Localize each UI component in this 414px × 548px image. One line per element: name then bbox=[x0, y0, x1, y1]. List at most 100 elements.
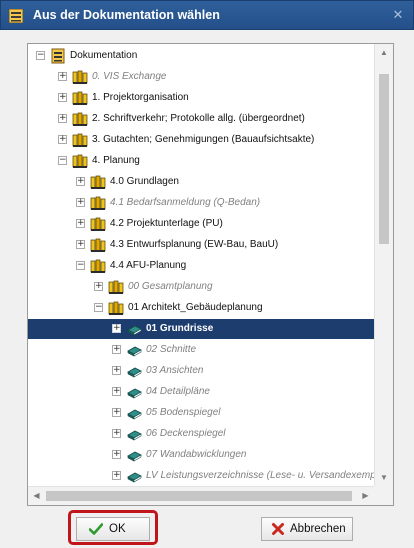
book-icon bbox=[126, 363, 142, 379]
collapse-icon[interactable]: − bbox=[36, 51, 45, 60]
dialog-title: Aus der Dokumentation wählen bbox=[33, 8, 220, 22]
tree-item-label: 4. Planung bbox=[92, 155, 140, 166]
tree-item[interactable]: +1. Projektorganisation bbox=[28, 88, 374, 108]
vertical-scrollbar[interactable]: ▲ ▼ bbox=[374, 44, 393, 486]
tree-item-label: 3. Gutachten; Genehmigungen (Bauaufsicht… bbox=[92, 134, 315, 145]
tree-item[interactable]: +07 Wandabwicklungen bbox=[28, 445, 374, 465]
scroll-up-icon[interactable]: ▲ bbox=[375, 44, 393, 61]
tree-item[interactable]: +04 Detailpläne bbox=[28, 382, 374, 402]
red-x-icon bbox=[272, 523, 284, 535]
book-icon bbox=[126, 384, 142, 400]
tree-item[interactable]: +00 Gesamtplanung bbox=[28, 277, 374, 297]
collapse-icon[interactable]: − bbox=[94, 303, 103, 312]
book-icon bbox=[126, 405, 142, 421]
cancel-button[interactable]: Abbrechen bbox=[261, 517, 353, 541]
tree-item[interactable]: +3. Gutachten; Genehmigungen (Bauaufsich… bbox=[28, 130, 374, 150]
tree-item[interactable]: +4.3 Entwurfsplanung (EW-Bau, BauU) bbox=[28, 235, 374, 255]
expand-icon[interactable]: + bbox=[112, 450, 121, 459]
expand-icon[interactable]: + bbox=[76, 198, 85, 207]
expand-icon[interactable]: + bbox=[112, 471, 121, 480]
tree-item[interactable]: +02 Schnitte bbox=[28, 340, 374, 360]
root-icon bbox=[50, 48, 66, 64]
tree-item[interactable]: +0. VIS Exchange bbox=[28, 67, 374, 87]
folder-icon bbox=[72, 111, 88, 127]
tree-panel: − Dokumentation +0. VIS Exchange +1. Projek… bbox=[27, 43, 394, 506]
tree-item-label: 03 Ansichten bbox=[146, 365, 204, 376]
expand-icon[interactable]: + bbox=[112, 345, 121, 354]
tree-item[interactable]: − 4.4 AFU-Planung bbox=[28, 256, 374, 276]
tree-item[interactable]: +4.1 Bedarfsanmeldung (Q-Bedan) bbox=[28, 193, 374, 213]
book-icon bbox=[126, 342, 142, 358]
book-icon bbox=[126, 426, 142, 442]
expand-icon[interactable]: + bbox=[112, 366, 121, 375]
tree-item[interactable]: + LV Leistungsverzeichnisse (Lese- u. Ver… bbox=[28, 466, 374, 486]
folder-icon bbox=[72, 153, 88, 169]
expand-icon[interactable]: + bbox=[76, 177, 85, 186]
tree-item[interactable]: +01 Grundrisse bbox=[28, 319, 374, 339]
horizontal-scroll-thumb[interactable] bbox=[46, 491, 352, 501]
horizontal-scrollbar[interactable]: ◀ ▶ bbox=[28, 486, 374, 505]
expand-icon[interactable]: + bbox=[112, 429, 121, 438]
tree-item[interactable]: +4.0 Grundlagen bbox=[28, 172, 374, 192]
cancel-label: Abbrechen bbox=[290, 523, 346, 535]
documentation-icon bbox=[9, 9, 23, 23]
tree-item-label: 07 Wandabwicklungen bbox=[146, 449, 247, 460]
expand-icon[interactable]: + bbox=[94, 282, 103, 291]
tree-item[interactable]: − 4. Planung bbox=[28, 151, 374, 171]
close-icon[interactable]: ✕ bbox=[389, 6, 407, 24]
tree-item-label: 00 Gesamtplanung bbox=[128, 281, 213, 292]
expand-icon[interactable]: + bbox=[112, 387, 121, 396]
tree-item-label: 4.3 Entwurfsplanung (EW-Bau, BauU) bbox=[110, 239, 279, 250]
expand-icon[interactable]: + bbox=[58, 93, 67, 102]
tree-item-label: Dokumentation bbox=[70, 50, 138, 61]
tree-item-label: 06 Deckenspiegel bbox=[146, 428, 226, 439]
folder-icon bbox=[72, 132, 88, 148]
folder-icon bbox=[108, 279, 124, 295]
book-icon bbox=[126, 321, 142, 337]
expand-icon[interactable]: + bbox=[112, 324, 121, 333]
tree-item[interactable]: +2. Schriftverkehr; Protokolle allg. (üb… bbox=[28, 109, 374, 129]
tree-item-label: 4.1 Bedarfsanmeldung (Q-Bedan) bbox=[110, 197, 261, 208]
collapse-icon[interactable]: − bbox=[76, 261, 85, 270]
tree-item-label: 4.0 Grundlagen bbox=[110, 176, 179, 187]
tree-item[interactable]: − 01 Architekt_Gebäudeplanung bbox=[28, 298, 374, 318]
scroll-down-icon[interactable]: ▼ bbox=[375, 469, 393, 486]
expand-icon[interactable]: + bbox=[76, 240, 85, 249]
folder-icon bbox=[72, 90, 88, 106]
folder-icon bbox=[90, 237, 106, 253]
tree-item[interactable]: − Dokumentation bbox=[28, 46, 374, 66]
tree-item-label: 0. VIS Exchange bbox=[92, 71, 167, 82]
tree-item[interactable]: +03 Ansichten bbox=[28, 361, 374, 381]
scroll-right-icon[interactable]: ▶ bbox=[357, 487, 374, 505]
tree-item-label: 05 Bodenspiegel bbox=[146, 407, 221, 418]
tree-item-label: 01 Grundrisse bbox=[146, 323, 214, 334]
tree-item-label: 4.2 Projektunterlage (PU) bbox=[110, 218, 223, 229]
selection-dialog: Aus der Dokumentation wählen ✕ − Dokument… bbox=[0, 0, 414, 548]
folder-icon bbox=[72, 69, 88, 85]
tree-item-label: 2. Schriftverkehr; Protokolle allg. (übe… bbox=[92, 113, 305, 124]
book-icon bbox=[126, 468, 142, 484]
vertical-scroll-thumb[interactable] bbox=[379, 74, 389, 244]
folder-icon bbox=[108, 300, 124, 316]
title-bar[interactable]: Aus der Dokumentation wählen ✕ bbox=[0, 0, 414, 30]
folder-icon bbox=[90, 258, 106, 274]
expand-icon[interactable]: + bbox=[58, 72, 67, 81]
tree-item-label: 4.4 AFU-Planung bbox=[110, 260, 187, 271]
tree-item-label: 1. Projektorganisation bbox=[92, 92, 189, 103]
tree-item-label: 04 Detailpläne bbox=[146, 386, 210, 397]
expand-icon[interactable]: + bbox=[112, 408, 121, 417]
expand-icon[interactable]: + bbox=[58, 135, 67, 144]
expand-icon[interactable]: + bbox=[58, 114, 67, 123]
ok-highlight-frame bbox=[68, 510, 158, 545]
scroll-left-icon[interactable]: ◀ bbox=[28, 487, 45, 505]
tree-item[interactable]: +05 Bodenspiegel bbox=[28, 403, 374, 423]
scrollbar-corner bbox=[374, 486, 393, 505]
tree-item-label: LV Leistungsverzeichnisse (Lese- u. Vers… bbox=[146, 470, 374, 481]
documentation-tree: − Dokumentation +0. VIS Exchange +1. Projek… bbox=[28, 44, 374, 486]
collapse-icon[interactable]: − bbox=[58, 156, 67, 165]
expand-icon[interactable]: + bbox=[76, 219, 85, 228]
tree-item[interactable]: +4.2 Projektunterlage (PU) bbox=[28, 214, 374, 234]
tree-item[interactable]: +06 Deckenspiegel bbox=[28, 424, 374, 444]
book-icon bbox=[126, 447, 142, 463]
folder-icon bbox=[90, 174, 106, 190]
